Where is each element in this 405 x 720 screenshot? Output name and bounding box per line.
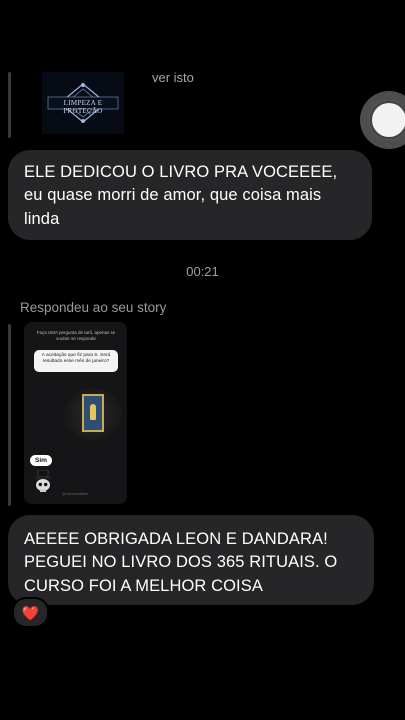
message-bubble[interactable]: ELE DEDICOU O LIVRO PRA VOCEEEE, eu quas…: [8, 150, 372, 240]
heart-icon: ❤️: [21, 604, 40, 621]
shared-post-caption: ver isto: [152, 70, 194, 85]
story-reply-label: Respondeu ao seu story: [20, 300, 167, 315]
story-footer-text: @oshdoshdelish: [62, 492, 88, 496]
story-preview[interactable]: Faça UMA pergunta de tarô, apenas se sou…: [24, 322, 127, 504]
tarot-card-image: [64, 388, 122, 440]
reaction-badge[interactable]: ❤️: [12, 597, 49, 628]
thumbnail-title: LIMPEZA E PROTEÇÃO: [63, 99, 103, 115]
message-text: ELE DEDICOU O LIVRO PRA VOCEEEE, eu quas…: [24, 163, 338, 228]
assistive-touch-button[interactable]: [360, 91, 405, 149]
story-header-text: Faça UMA pergunta de tarô, apenas se sou…: [36, 330, 116, 341]
reply-rail-story: [8, 324, 11, 506]
message-timestamp: 00:21: [186, 264, 219, 279]
skull-hat-icon: [35, 470, 51, 492]
message-bubble[interactable]: AEEEE OBRIGADA LEON E DANDARA! PEGUEI NO…: [8, 515, 374, 605]
tarot-card-icon: [82, 394, 104, 432]
assistive-touch-icon: [369, 100, 405, 140]
shared-post-thumbnail[interactable]: LIMPEZA E PROTEÇÃO: [42, 72, 124, 134]
message-text: AEEEE OBRIGADA LEON E DANDARA! PEGUEI NO…: [24, 530, 338, 595]
story-question-box: A aceitação que fiz para S. Será resulta…: [34, 350, 118, 372]
answer-sticker: Sim: [30, 455, 52, 466]
reply-rail-top: [8, 72, 11, 138]
